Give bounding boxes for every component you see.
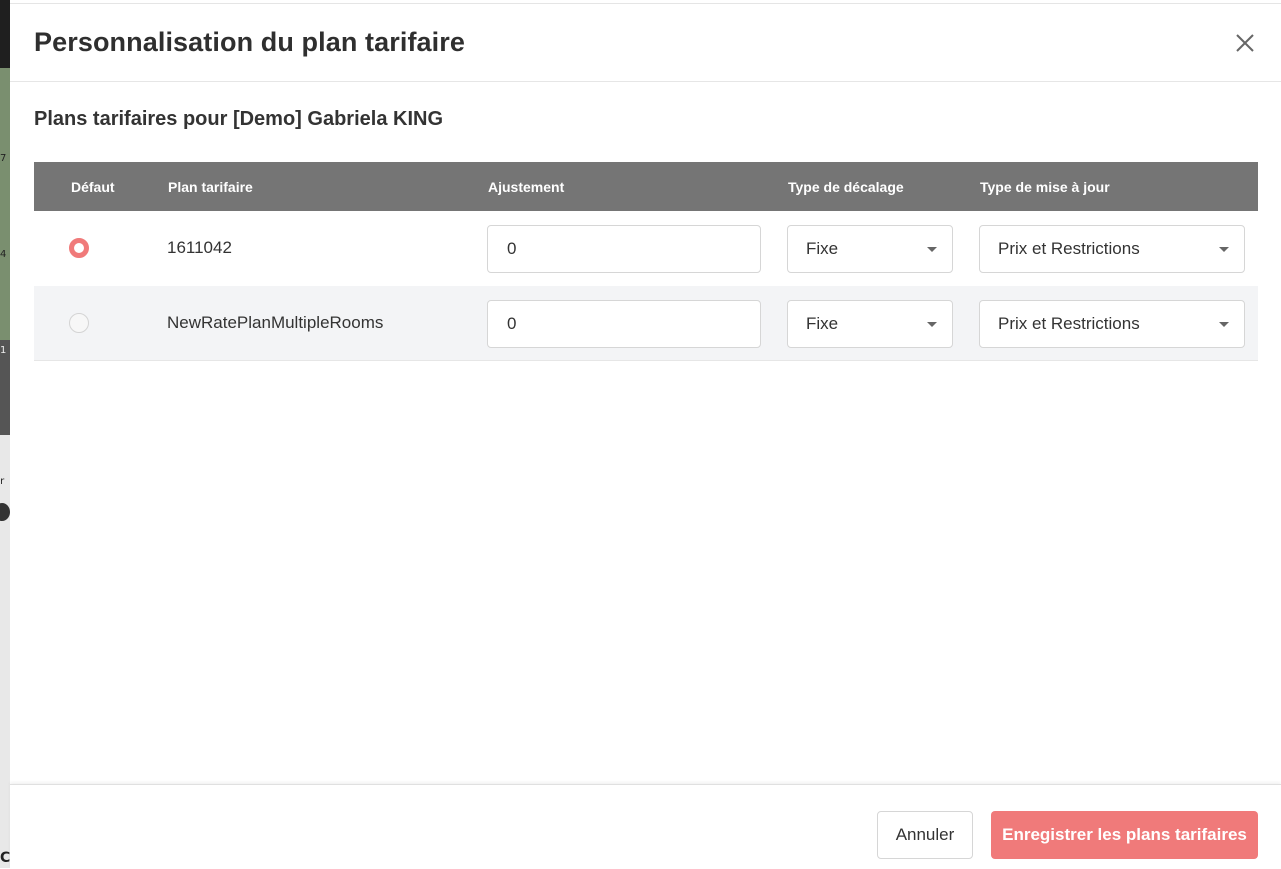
save-rate-plans-button[interactable]: Enregistrer les plans tarifaires — [991, 811, 1258, 859]
table-header: Défaut Plan tarifaire Ajustement Type de… — [34, 162, 1258, 211]
rate-plan-name: 1611042 — [167, 238, 232, 257]
default-radio-selected[interactable] — [69, 238, 89, 258]
background-glyph: ar — [0, 476, 5, 487]
caret-down-icon — [1219, 322, 1229, 327]
offset-type-value: Fixe — [806, 239, 839, 258]
adjustment-input[interactable]: 0 — [487, 225, 761, 273]
header-default: Défaut — [71, 179, 115, 195]
update-type-value: Prix et Restrictions — [998, 314, 1140, 333]
caret-down-icon — [927, 247, 937, 252]
table-row: 1611042 0 Fixe Prix et Restrictions — [34, 211, 1258, 286]
header-adjustment: Ajustement — [488, 179, 565, 195]
caret-down-icon — [927, 322, 937, 327]
header-rate-plan: Plan tarifaire — [168, 179, 253, 195]
modal-header: Personnalisation du plan tarifaire — [10, 4, 1281, 82]
offset-type-value: Fixe — [806, 314, 839, 333]
background-glyph: 1 — [0, 345, 7, 356]
offset-type-select[interactable]: Fixe — [787, 225, 953, 273]
background-glyph: C — [0, 850, 10, 866]
rate-plan-modal: Personnalisation du plan tarifaire Plans… — [10, 3, 1281, 869]
header-offset-type: Type de décalage — [788, 179, 904, 195]
update-type-value: Prix et Restrictions — [998, 239, 1140, 258]
adjustment-input[interactable]: 0 — [487, 300, 761, 348]
close-icon — [1236, 34, 1254, 52]
update-type-select[interactable]: Prix et Restrictions — [979, 225, 1245, 273]
background-glyph: 4 — [0, 249, 7, 260]
caret-down-icon — [1219, 247, 1229, 252]
background-glyph: 7 — [0, 153, 7, 164]
modal-subtitle: Plans tarifaires pour [Demo] Gabriela KI… — [34, 108, 443, 130]
rate-plan-name: NewRatePlanMultipleRooms — [167, 313, 384, 332]
modal-title: Personnalisation du plan tarifaire — [34, 27, 465, 57]
offset-type-select[interactable]: Fixe — [787, 300, 953, 348]
update-type-select[interactable]: Prix et Restrictions — [979, 300, 1245, 348]
background-app-strip: 7 4 1 ar C — [0, 0, 10, 868]
cancel-button[interactable]: Annuler — [877, 811, 973, 859]
rate-plan-table: Défaut Plan tarifaire Ajustement Type de… — [34, 162, 1258, 361]
default-radio[interactable] — [69, 313, 89, 333]
close-button[interactable] — [1232, 30, 1258, 56]
table-row: NewRatePlanMultipleRooms 0 Fixe Prix et … — [34, 286, 1258, 361]
header-update-type: Type de mise à jour — [980, 179, 1110, 195]
modal-footer: Annuler Enregistrer les plans tarifaires — [10, 784, 1281, 869]
